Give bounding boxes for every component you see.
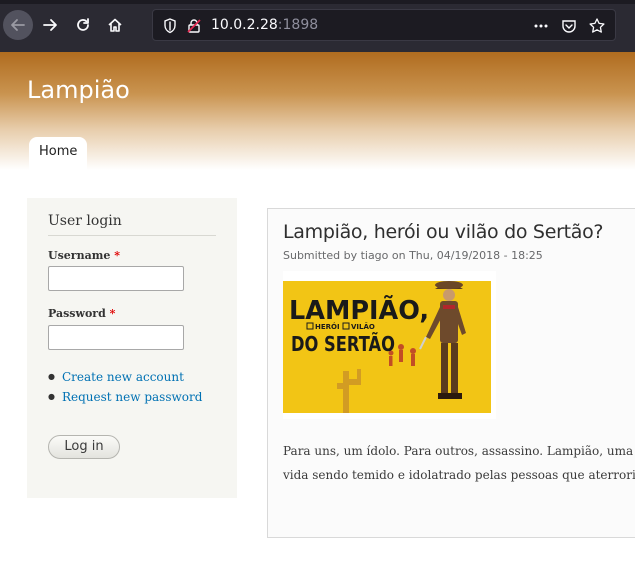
insecure-lock-icon[interactable]: [185, 17, 203, 35]
create-account-link[interactable]: Create new account: [62, 370, 184, 384]
submitted-by: Submitted by tiago on Thu, 04/19/2018 - …: [283, 249, 543, 262]
address-bar[interactable]: 10.0.2.28:1898: [152, 9, 616, 41]
list-item: Create new account: [48, 368, 202, 388]
article-body: Para uns, um ídolo. Para outros, assassi…: [283, 439, 635, 487]
user-login-title: User login: [48, 213, 216, 236]
password-input[interactable]: [48, 325, 184, 350]
poster-tag1: HERÓI: [315, 322, 340, 331]
arrow-left-icon: [11, 19, 25, 31]
request-password-link[interactable]: Request new password: [62, 390, 202, 404]
article-teaser: Lampião, herói ou vilão do Sertão? Submi…: [267, 208, 635, 538]
arrow-right-icon: [43, 19, 57, 31]
required-marker: *: [114, 249, 120, 262]
home-button[interactable]: [100, 10, 130, 40]
reload-icon: [77, 18, 89, 31]
forward-button[interactable]: [35, 10, 65, 40]
reload-button[interactable]: [68, 10, 98, 40]
home-icon: [108, 18, 122, 32]
tab-strip: [0, 0, 635, 4]
poster-line1: LAMPIÃO,: [289, 294, 429, 326]
username-label-text: Username: [48, 249, 111, 262]
url-host: 10.0.2.28: [211, 17, 278, 33]
shield-icon[interactable]: [161, 17, 179, 35]
article-body-line: vida sendo temido e idolatrado pelas pes…: [283, 468, 635, 482]
poster-line2: DO SERTÃO: [291, 332, 395, 356]
username-input[interactable]: [48, 266, 184, 291]
list-item: Request new password: [48, 388, 202, 408]
article-title-link[interactable]: Lampião, herói ou vilão do Sertão?: [283, 221, 604, 243]
browser-toolbar: 10.0.2.28:1898: [0, 0, 635, 52]
password-label: Password *: [48, 307, 115, 320]
password-label-text: Password: [48, 307, 106, 320]
bookmark-star-icon[interactable]: [588, 17, 606, 35]
article-image[interactable]: LAMPIÃO, HERÓI VILÃO DO SERTÃO: [283, 271, 496, 419]
url-port: :1898: [277, 17, 319, 33]
more-actions-icon[interactable]: [532, 17, 550, 35]
site-name-link[interactable]: Lampião: [27, 76, 130, 104]
tab-home[interactable]: Home: [29, 137, 88, 170]
user-login-block: User login Username * Password * Create …: [27, 198, 237, 498]
required-marker: *: [109, 307, 116, 320]
back-button[interactable]: [3, 10, 33, 40]
url-text[interactable]: 10.0.2.28:1898: [211, 17, 318, 33]
site-header: Lampião Home: [0, 52, 635, 170]
lampiao-poster-image: LAMPIÃO, HERÓI VILÃO DO SERTÃO: [283, 281, 491, 413]
username-label: Username *: [48, 249, 120, 262]
article-body-line: Para uns, um ídolo. Para outros, assassi…: [283, 444, 635, 458]
pocket-icon[interactable]: [560, 17, 578, 35]
log-in-button[interactable]: Log in: [48, 435, 120, 459]
poster-tag2: VILÃO: [351, 322, 375, 331]
login-links-list: Create new account Request new password: [48, 368, 202, 408]
